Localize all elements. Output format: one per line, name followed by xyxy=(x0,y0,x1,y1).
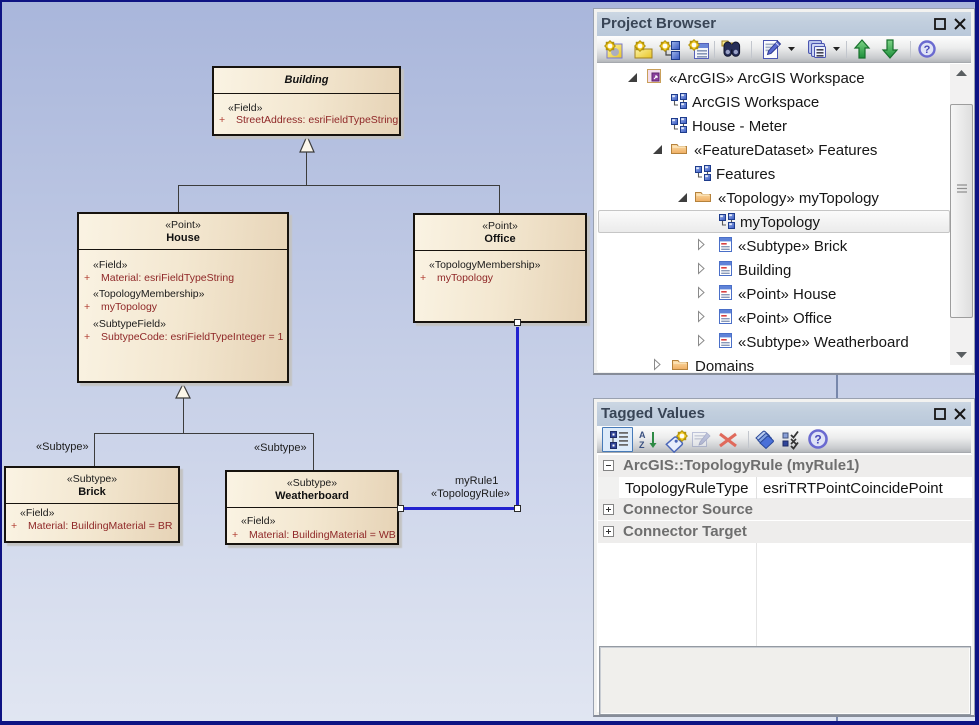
svg-text:A: A xyxy=(639,430,646,440)
svg-text:?: ? xyxy=(924,44,931,56)
svg-text:Z: Z xyxy=(639,440,645,450)
svg-text:?: ? xyxy=(814,433,821,447)
